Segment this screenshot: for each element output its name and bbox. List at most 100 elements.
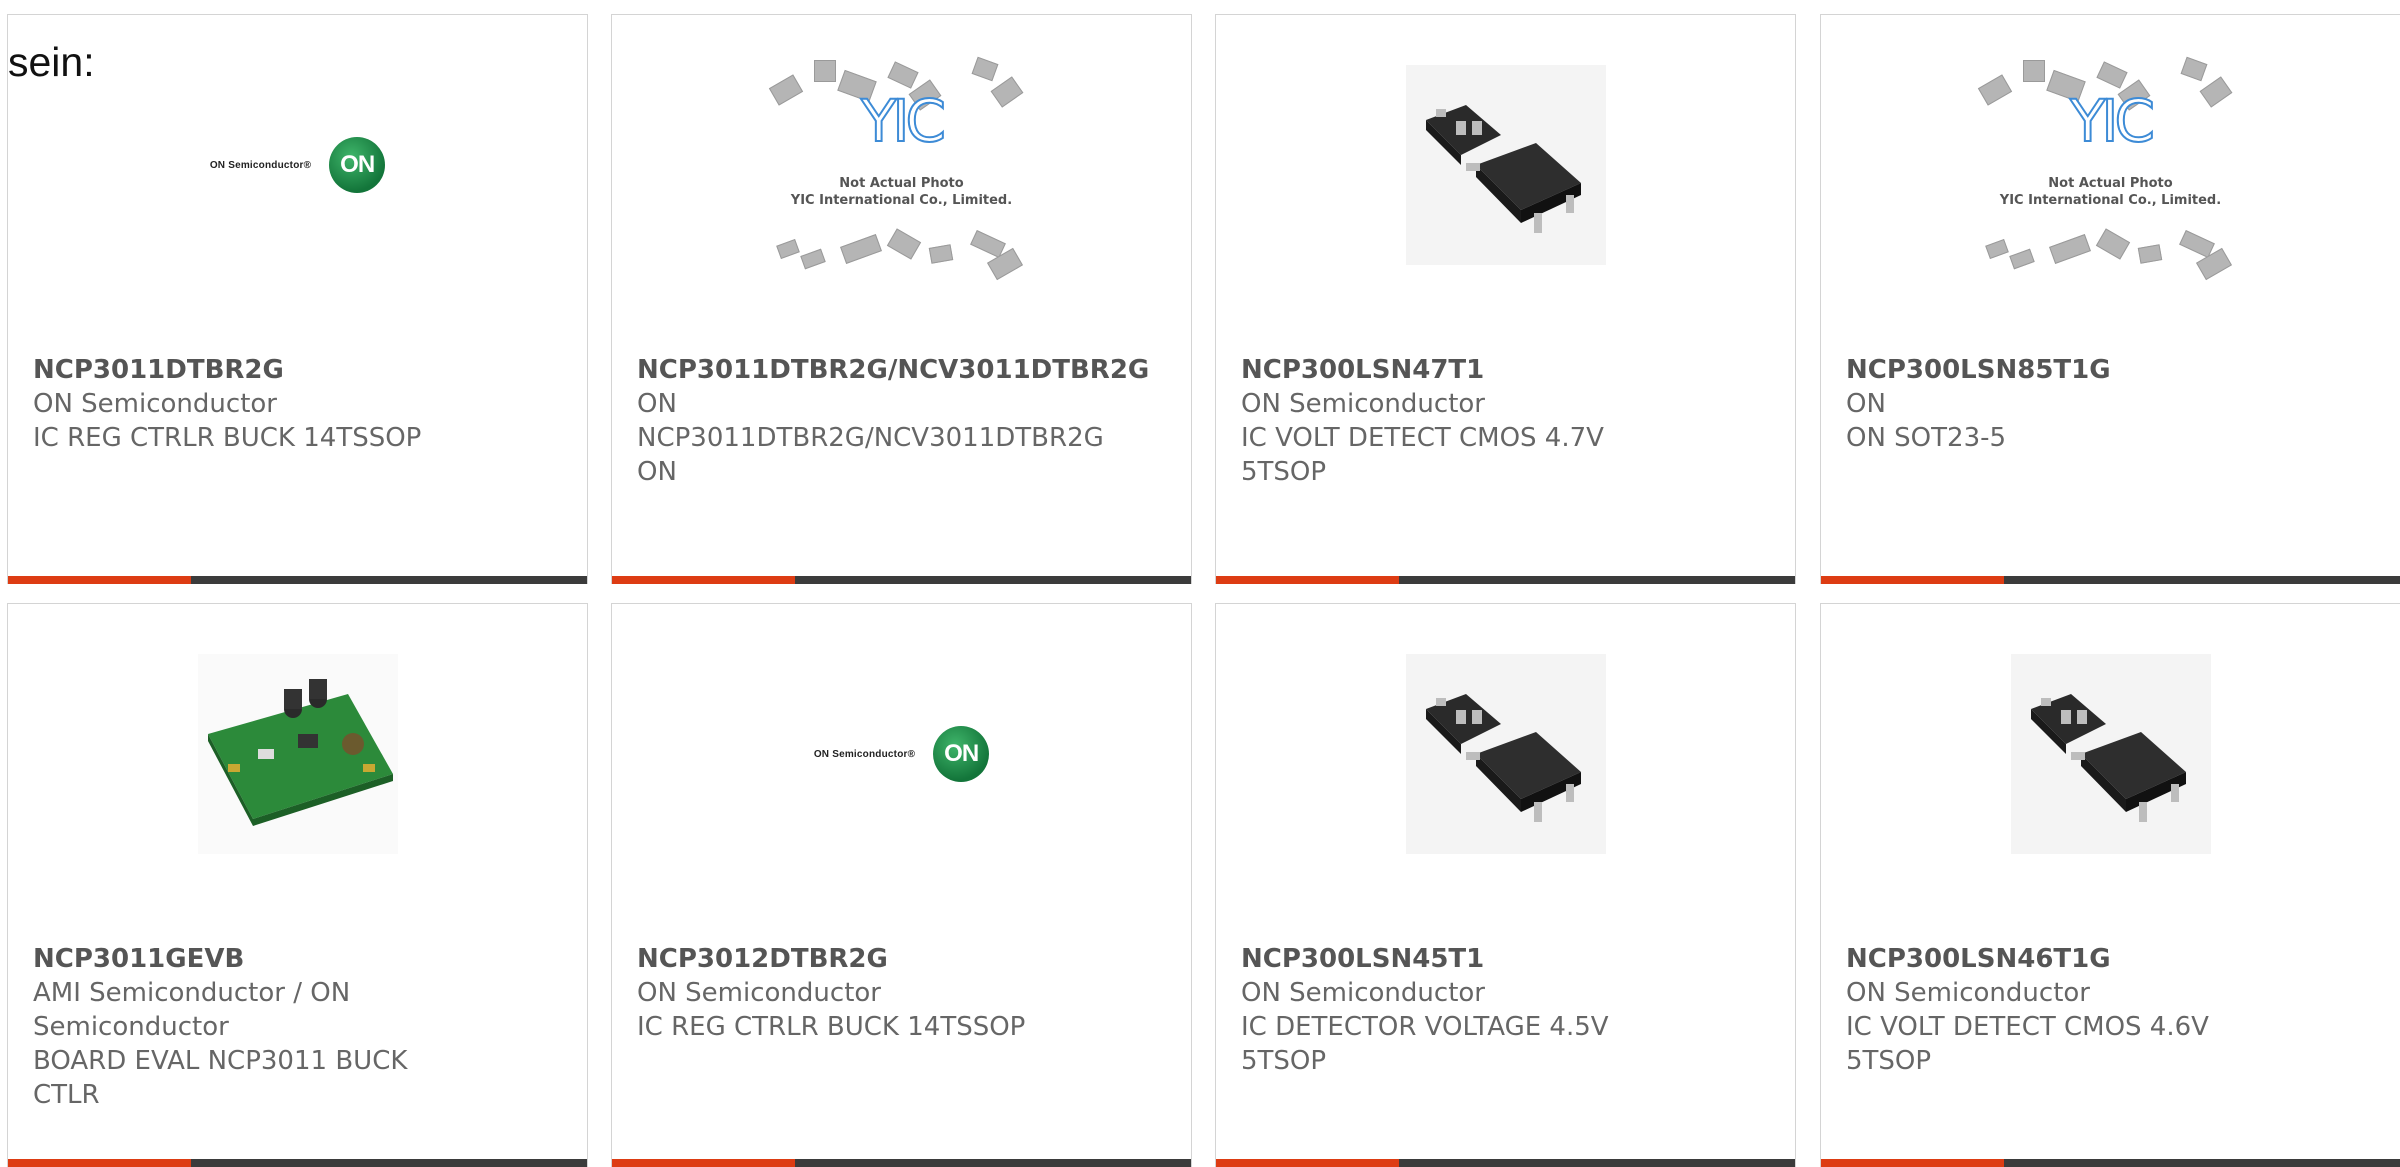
product-detail-line: NCP3011DTBR2G/NCV3011DTBR2G — [637, 423, 1104, 453]
yic-placeholder-image: YIC Not Actual Photo YIC International Co.… — [762, 40, 1042, 290]
product-detail-line: ON Semiconductor — [1846, 978, 2090, 1008]
product-detail-line: 5TSOP — [1241, 457, 1327, 487]
product-info: NCP3012DTBR2G ON Semiconductor IC REG CTRL… — [637, 942, 1171, 1044]
chip-package-icon — [928, 244, 953, 264]
card-bottom-bar — [8, 576, 587, 584]
part-number[interactable]: NCP3011DTBR2G — [33, 353, 567, 387]
product-card[interactable]: NCP300LSN47T1 ON Semiconductor IC VOLT DET… — [1215, 14, 1796, 584]
product-card[interactable]: ON Semiconductor® ON NCP3012DTBR2G ON Semic… — [611, 603, 1192, 1167]
chip-package-icon — [2048, 234, 2091, 264]
product-grid: ON Semiconductor® ON NCP3011DTBR2G ON Semic… — [0, 0, 2400, 1167]
product-detail-line: ON — [1846, 389, 1886, 419]
yic-placeholder-image: YIC Not Actual Photo YIC International Co.… — [1971, 40, 2251, 290]
product-card[interactable]: YIC Not Actual Photo YIC International Co.… — [611, 14, 1192, 584]
chip-package-icon — [971, 56, 998, 82]
part-number[interactable]: NCP300LSN47T1 — [1241, 353, 1775, 387]
eval-board-icon — [207, 679, 393, 826]
part-number[interactable]: NCP300LSN46T1G — [1846, 942, 2380, 976]
product-card[interactable]: NCP300LSN46T1G ON Semiconductor IC VOLT DE… — [1820, 603, 2400, 1167]
card-bottom-bar — [1821, 576, 2400, 584]
chip-package-icon — [775, 239, 800, 259]
caption-line: Not Actual Photo — [839, 176, 964, 191]
card-accent-bar — [612, 1159, 795, 1167]
product-image[interactable]: YIC Not Actual Photo YIC International Co.… — [613, 15, 1190, 315]
product-detail-line: ON Semiconductor — [33, 389, 277, 419]
product-detail-line: Semiconductor — [33, 1012, 229, 1042]
chip-package-icon — [839, 234, 882, 264]
product-info: NCP3011GEVB AMI Semiconductor / ON Semicon… — [33, 942, 567, 1112]
product-card[interactable]: NCP3011GEVB AMI Semiconductor / ON Semicon… — [7, 603, 588, 1167]
placeholder-caption: Not Actual Photo YIC International Co., L… — [1971, 175, 2251, 209]
card-accent-bar — [1821, 576, 2004, 584]
card-accent-bar — [612, 576, 795, 584]
chip-package-icon — [2008, 248, 2035, 270]
logo-wordmark: ON Semiconductor® — [813, 748, 916, 760]
chip-package-icon — [1984, 239, 2009, 259]
card-accent-bar — [1821, 1159, 2004, 1167]
yic-logo: YIC — [860, 87, 947, 155]
product-card[interactable]: ON Semiconductor® ON NCP3011DTBR2G ON Semic… — [7, 14, 588, 584]
card-accent-bar — [1216, 576, 1399, 584]
product-detail-line: IC VOLT DETECT CMOS 4.6V — [1846, 1012, 2209, 1042]
on-semiconductor-logo: ON Semiconductor® ON — [813, 726, 990, 782]
product-detail-line: 5TSOP — [1846, 1046, 1932, 1076]
chip-package-icon — [2180, 56, 2207, 82]
placeholder-caption: Not Actual Photo YIC International Co., L… — [762, 175, 1042, 209]
chip-package-icon — [813, 60, 836, 82]
card-bottom-bar — [1216, 576, 1795, 584]
part-number[interactable]: NCP3011DTBR2G/NCV3011DTBR2G — [637, 353, 1171, 387]
on-semiconductor-logo: ON Semiconductor® ON — [209, 137, 386, 193]
on-mark-icon: ON — [933, 726, 990, 782]
product-detail-line: CTLR — [33, 1080, 100, 1110]
chip-package-icon — [886, 61, 919, 89]
sot23-package-image — [2010, 654, 2211, 854]
product-card[interactable]: YIC Not Actual Photo YIC International Co.… — [1820, 14, 2400, 584]
product-detail-line: IC DETECTOR VOLTAGE 4.5V — [1241, 1012, 1609, 1042]
part-number[interactable]: NCP300LSN45T1 — [1241, 942, 1775, 976]
sot23-package-image — [1405, 65, 1606, 265]
part-number[interactable]: NCP3011GEVB — [33, 942, 567, 976]
chip-package-icon — [2022, 60, 2045, 82]
product-detail-line: IC REG CTRLR BUCK 14TSSOP — [33, 423, 422, 453]
caption-line: YIC International Co., Limited. — [790, 193, 1013, 208]
card-accent-bar — [8, 1159, 191, 1167]
product-detail-line: BOARD EVAL NCP3011 BUCK — [33, 1046, 408, 1076]
card-bottom-bar — [1821, 1159, 2400, 1167]
sot23-package-icon — [1425, 694, 1581, 822]
intro-text: sein: — [8, 39, 95, 85]
product-image[interactable]: ON Semiconductor® ON — [613, 604, 1190, 904]
part-number[interactable]: NCP300LSN85T1G — [1846, 353, 2380, 387]
product-info: NCP300LSN47T1 ON Semiconductor IC VOLT DET… — [1241, 353, 1775, 489]
product-image[interactable]: ON Semiconductor® ON — [9, 15, 586, 315]
product-image[interactable]: YIC Not Actual Photo YIC International Co.… — [1822, 15, 2399, 315]
part-number[interactable]: NCP3012DTBR2G — [637, 942, 1171, 976]
card-bottom-bar — [8, 1159, 587, 1167]
product-image[interactable] — [9, 604, 586, 904]
product-detail-line: IC VOLT DETECT CMOS 4.7V — [1241, 423, 1604, 453]
card-accent-bar — [1216, 1159, 1399, 1167]
product-detail-line: IC REG CTRLR BUCK 14TSSOP — [637, 1012, 1026, 1042]
product-info: NCP300LSN46T1G ON Semiconductor IC VOLT DE… — [1846, 942, 2380, 1078]
caption-line: Not Actual Photo — [2048, 176, 2173, 191]
product-detail-line: ON — [637, 389, 677, 419]
chip-package-icon — [2095, 61, 2128, 89]
product-image[interactable] — [1822, 604, 2399, 904]
yic-logo: YIC — [2069, 87, 2156, 155]
product-image[interactable] — [1217, 604, 1794, 904]
sot23-package-icon — [1425, 105, 1581, 233]
chip-package-icon — [2095, 228, 2130, 260]
product-detail-line: ON SOT23-5 — [1846, 423, 2007, 453]
sot23-package-icon — [2030, 694, 2186, 822]
product-image[interactable] — [1217, 15, 1794, 315]
product-detail-line: 5TSOP — [1241, 1046, 1327, 1076]
caption-line: YIC International Co., Limited. — [1999, 193, 2222, 208]
product-card[interactable]: NCP300LSN45T1 ON Semiconductor IC DETECTOR… — [1215, 603, 1796, 1167]
product-detail-line: ON — [637, 457, 677, 487]
card-bottom-bar — [1216, 1159, 1795, 1167]
product-info: NCP300LSN45T1 ON Semiconductor IC DETECTOR… — [1241, 942, 1775, 1078]
product-info: NCP3011DTBR2G/NCV3011DTBR2G ON NCP3011DTBR… — [637, 353, 1171, 489]
product-detail-line: AMI Semiconductor / ON — [33, 978, 351, 1008]
product-detail-line: ON Semiconductor — [1241, 389, 1485, 419]
card-bottom-bar — [612, 576, 1191, 584]
logo-wordmark: ON Semiconductor® — [209, 159, 312, 171]
